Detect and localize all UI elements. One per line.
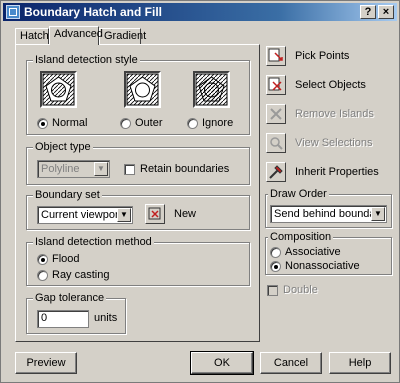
inherit-properties-label[interactable]: Inherit Properties <box>295 166 379 179</box>
advanced-tab-panel: Island detection style Normal Outer Igno… <box>15 44 260 342</box>
pick-points-icon <box>268 48 283 62</box>
boundary-set-group: Boundary set Current viewport ▼ New <box>26 189 250 230</box>
chevron-down-icon[interactable]: ▼ <box>371 207 385 221</box>
radio-ray-casting-dot[interactable] <box>37 269 48 281</box>
view-selections-button <box>266 133 286 153</box>
radio-nonassociative[interactable]: Nonassociative <box>270 260 360 272</box>
pick-points-label[interactable]: Pick Points <box>295 50 349 63</box>
new-label: New <box>174 208 197 220</box>
radio-normal-label: Normal <box>52 117 88 129</box>
inherit-properties-button[interactable] <box>266 162 286 182</box>
boundary-set-label: Boundary set <box>33 189 102 201</box>
ignore-style-icon <box>195 73 228 106</box>
radio-nonassociative-dot[interactable] <box>270 260 281 272</box>
radio-flood[interactable]: Flood <box>37 253 80 265</box>
chevron-down-icon: ▼ <box>94 162 108 176</box>
select-objects-icon <box>268 77 282 91</box>
radio-normal-dot[interactable] <box>37 117 48 129</box>
composition-group: Composition Associative Nonassociative <box>265 231 392 275</box>
units-label: units <box>94 312 118 324</box>
tab-advanced[interactable]: Advanced <box>49 26 103 45</box>
close-title-button[interactable]: × <box>378 5 394 19</box>
select-objects-label[interactable]: Select Objects <box>295 79 366 92</box>
help-button[interactable]: Help <box>329 352 391 374</box>
radio-ray-casting-label: Ray casting <box>52 269 110 281</box>
inherit-properties-icon <box>269 165 283 179</box>
radio-associative-dot[interactable] <box>270 246 281 258</box>
app-icon <box>6 5 20 19</box>
object-type-value: Polyline <box>41 163 80 175</box>
radio-outer-dot[interactable] <box>120 117 131 129</box>
island-detection-style-label: Island detection style <box>33 54 140 66</box>
ok-button[interactable]: OK <box>190 351 254 375</box>
title-bar[interactable]: Boundary Hatch and Fill ? × <box>3 3 397 21</box>
tab-hatch[interactable]: Hatch <box>15 28 49 44</box>
preview-button[interactable]: Preview <box>15 352 77 374</box>
pick-points-button[interactable] <box>266 46 286 66</box>
composition-label: Composition <box>268 231 334 243</box>
gap-tolerance-group: Gap tolerance 0 units <box>26 292 126 334</box>
radio-outer-label: Outer <box>135 117 163 129</box>
draw-order-group: Draw Order Send behind boundary ▼ <box>265 188 392 228</box>
radio-associative[interactable]: Associative <box>270 246 341 258</box>
object-type-select: Polyline ▼ <box>37 160 110 178</box>
boundary-set-select[interactable]: Current viewport ▼ <box>37 206 133 224</box>
radio-flood-label: Flood <box>52 253 80 265</box>
boundary-set-value: Current viewport <box>41 209 122 221</box>
dialog-window: Boundary Hatch and Fill ? × Hatch Advanc… <box>0 0 400 383</box>
draw-order-label: Draw Order <box>268 188 329 200</box>
radio-ignore-dot[interactable] <box>187 117 198 129</box>
radio-outer[interactable]: Outer <box>120 117 163 129</box>
radio-ignore-label: Ignore <box>202 117 234 129</box>
radio-associative-label: Associative <box>285 246 341 258</box>
chevron-down-icon[interactable]: ▼ <box>117 208 131 222</box>
radio-ignore[interactable]: Ignore <box>187 117 233 129</box>
tab-gradient[interactable]: Gradient <box>99 28 146 44</box>
normal-style-preview[interactable] <box>40 71 77 108</box>
radio-normal[interactable]: Normal <box>37 117 87 129</box>
retain-boundaries-label: Retain boundaries <box>140 163 230 175</box>
double-label: Double <box>283 284 318 296</box>
outer-style-preview[interactable] <box>124 71 161 108</box>
window-title: Boundary Hatch and Fill <box>24 5 163 19</box>
remove-islands-label: Remove Islands <box>295 108 374 120</box>
remove-islands-button <box>266 104 286 124</box>
cancel-button[interactable]: Cancel <box>260 352 322 374</box>
ignore-style-preview[interactable] <box>193 71 230 108</box>
radio-flood-dot[interactable] <box>37 253 48 265</box>
gap-tolerance-input[interactable]: 0 <box>37 310 89 328</box>
radio-nonassociative-label: Nonassociative <box>285 260 360 272</box>
view-selections-label: View Selections <box>295 137 373 149</box>
island-detection-style-group: Island detection style Normal Outer Igno… <box>26 54 250 135</box>
retain-boundaries-checkbox[interactable]: Retain boundaries <box>124 163 229 175</box>
radio-ray-casting[interactable]: Ray casting <box>37 269 109 281</box>
normal-style-icon <box>42 73 75 106</box>
gap-tolerance-label: Gap tolerance <box>33 292 107 304</box>
double-checkbox: Double <box>267 284 318 296</box>
draw-order-value: Send behind boundary <box>274 208 385 220</box>
island-detection-method-group: Island detection method Flood Ray castin… <box>26 236 250 286</box>
help-title-button[interactable]: ? <box>360 5 376 19</box>
new-boundary-set-button[interactable] <box>145 204 165 224</box>
object-type-group: Object type Polyline ▼ Retain boundaries <box>26 141 250 185</box>
remove-islands-icon <box>270 108 282 120</box>
island-detection-method-label: Island detection method <box>33 236 154 248</box>
new-boundary-set-icon <box>148 207 161 220</box>
object-type-label: Object type <box>33 141 93 153</box>
view-selections-icon <box>270 137 283 150</box>
double-box <box>267 284 278 296</box>
select-objects-button[interactable] <box>266 75 286 95</box>
draw-order-select[interactable]: Send behind boundary ▼ <box>270 205 387 223</box>
retain-boundaries-box[interactable] <box>124 163 135 175</box>
outer-style-icon <box>126 73 159 106</box>
